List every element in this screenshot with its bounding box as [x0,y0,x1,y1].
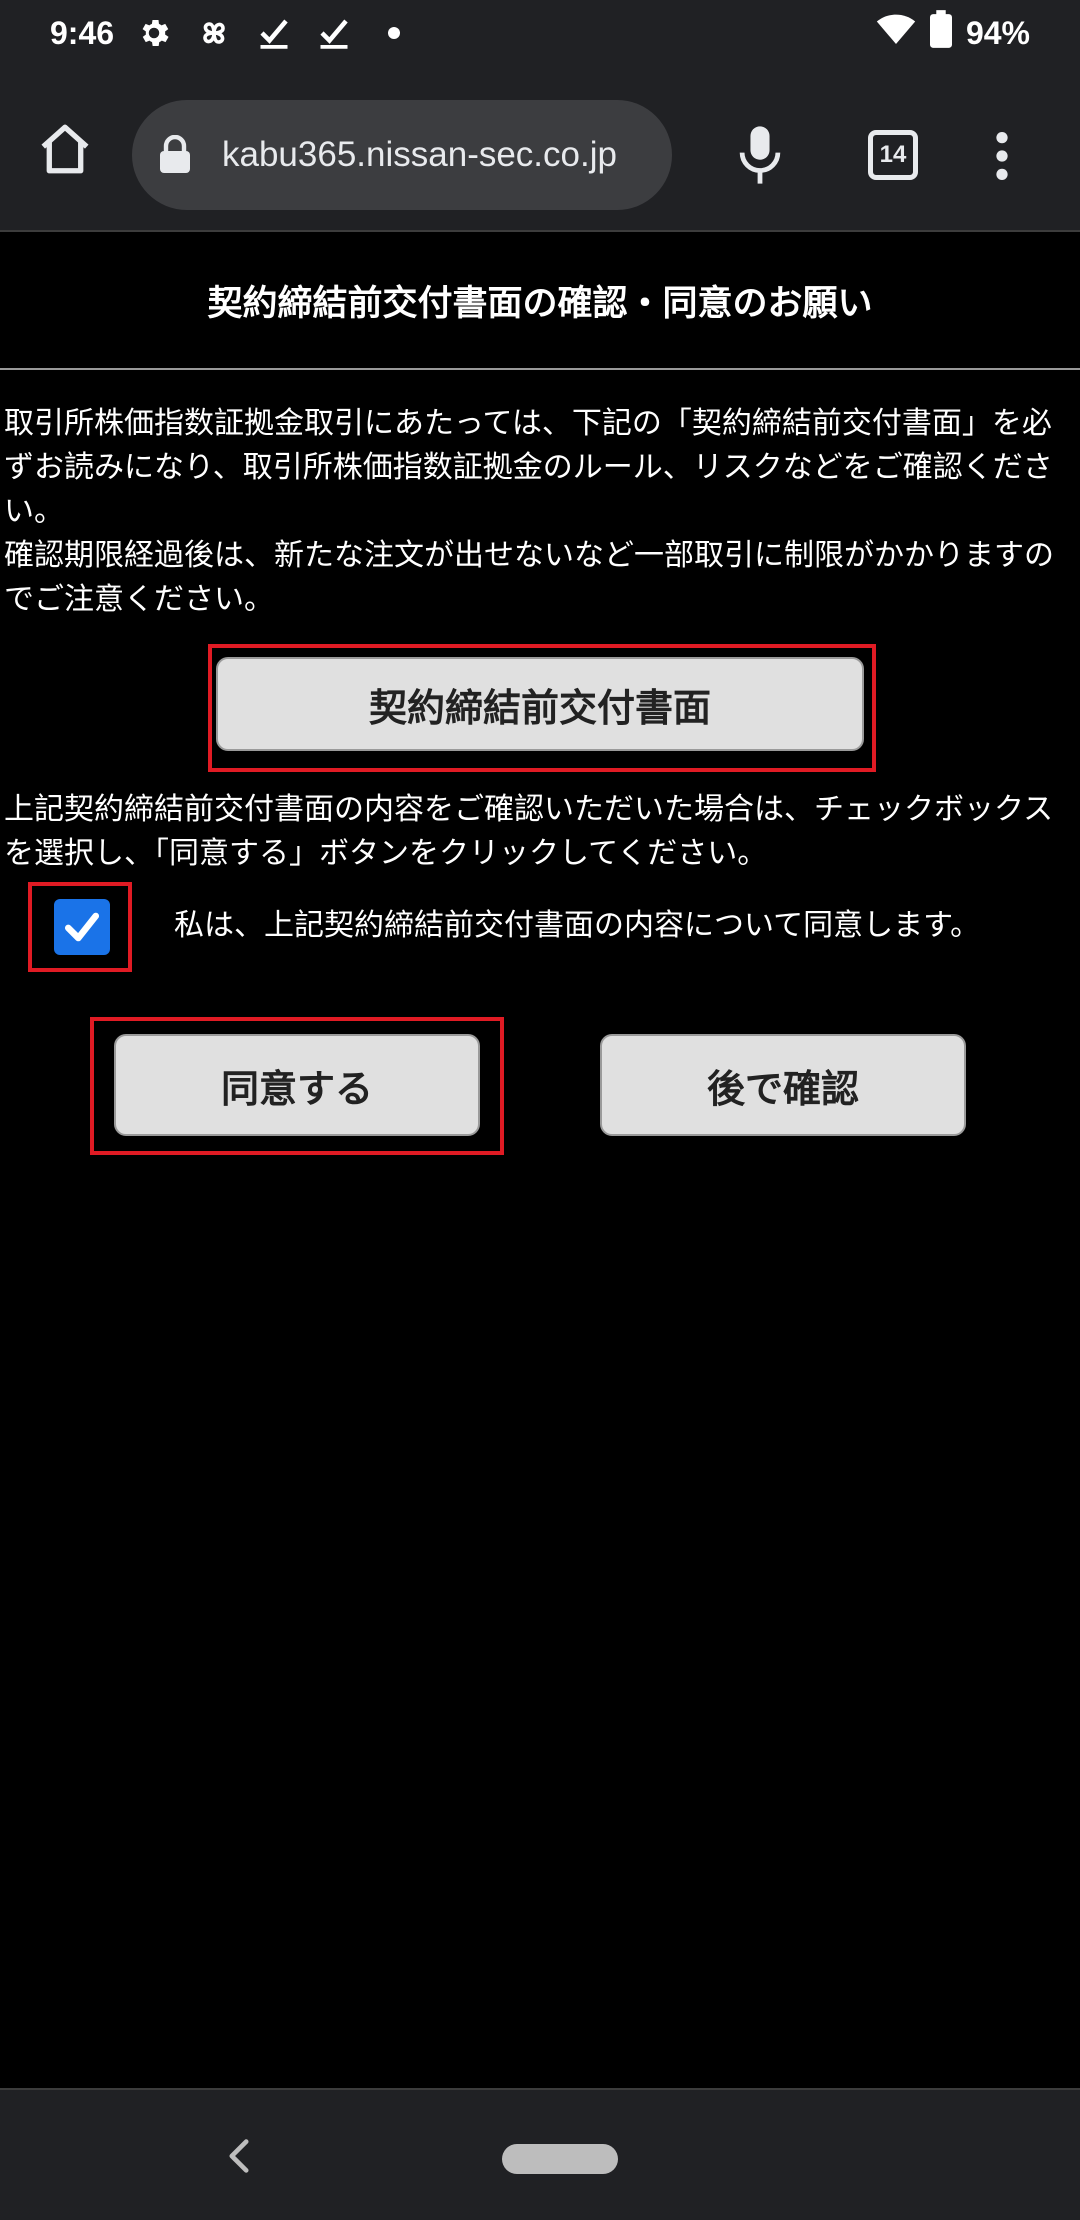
browser-toolbar: kabu365.nissan-sec.co.jp 14 [0,66,1080,232]
url-bar[interactable]: kabu365.nissan-sec.co.jp [132,100,672,210]
page-title: 契約締結前交付書面の確認・同意のお願い [0,232,1080,370]
intro-paragraph: 取引所株価指数証拠金取引にあたっては、下記の「契約締結前交付書面」を必ずお読みに… [4,406,1053,529]
intro-notice: 確認期限経過後は、新たな注文が出せないなど一部取引に制限がかかりますのでご注意く… [4,538,1054,617]
status-time: 9:46 [50,14,115,51]
lock-icon [158,134,192,175]
tab-count: 14 [879,141,907,168]
agree-label[interactable]: 私は、上記契約締結前交付書面の内容について同意します。 [174,902,980,950]
navigation-bar [0,2088,1080,2220]
more-options-icon[interactable] [990,130,1014,182]
settings-icon [136,15,172,51]
dot-icon [376,15,412,51]
home-icon[interactable] [36,120,94,178]
intro-text: 取引所株価指数証拠金取引にあたっては、下記の「契約締結前交付書面」を必ずお読みに… [4,402,1076,622]
check-icon [256,15,292,51]
wifi-icon [876,9,916,57]
battery-icon [929,10,952,56]
home-pill[interactable] [502,2144,618,2174]
agree-button[interactable]: 同意する [114,1034,480,1136]
pinwheel-icon [196,15,232,51]
document-button[interactable]: 契約締結前交付書面 [216,657,864,751]
url-text: kabu365.nissan-sec.co.jp [222,135,617,174]
tab-switcher-button[interactable]: 14 [868,130,918,180]
back-icon[interactable] [228,2138,250,2174]
battery-percent: 94% [965,14,1030,51]
later-button[interactable]: 後で確認 [600,1034,966,1136]
status-bar: 9:46 94% [0,0,1080,66]
instruction-text: 上記契約締結前交付書面の内容をご確認いただいた場合は、チェックボックスを選択し、… [4,792,1054,871]
agree-checkbox[interactable] [54,899,110,955]
check-icon [316,15,352,51]
checkmark-icon [64,912,100,942]
microphone-icon[interactable] [736,124,784,186]
